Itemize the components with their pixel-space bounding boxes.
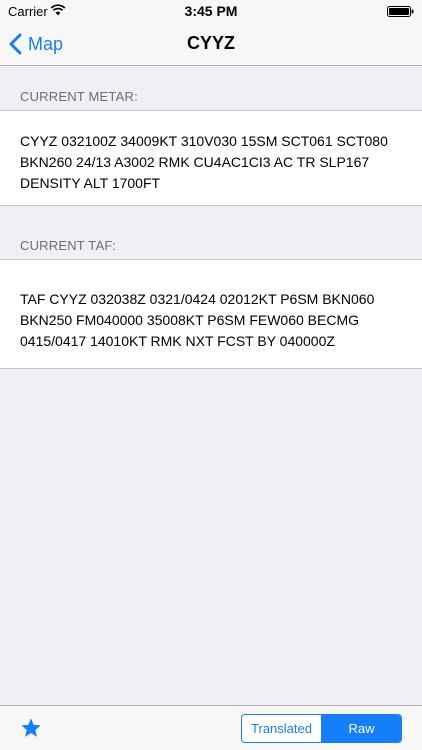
status-bar: Carrier 3:45 PM: [0, 0, 422, 22]
page-title: CYYZ: [186, 33, 235, 53]
taf-card: TAF CYYZ 032038Z 0321/0424 02012KT P6SM …: [0, 259, 422, 369]
segment-translated[interactable]: Translated: [242, 715, 322, 742]
navigation-bar: Map CYYZ: [0, 22, 422, 66]
bottom-toolbar: Translated Raw: [0, 705, 422, 750]
metar-text: CYYZ 032100Z 34009KT 310V030 15SM SCT061…: [20, 133, 388, 191]
view-mode-segmented-control[interactable]: Translated Raw: [241, 714, 402, 743]
metar-section-header: CURRENT METAR:: [20, 89, 138, 104]
taf-text: TAF CYYZ 032038Z 0321/0424 02012KT P6SM …: [20, 291, 375, 349]
clock: 3:45 PM: [184, 3, 238, 19]
top-bar: Carrier 3:45 PM Map CYYZ: [0, 0, 422, 66]
battery-icon: [387, 6, 414, 17]
star-icon[interactable]: [20, 717, 42, 739]
taf-section-header: CURRENT TAF:: [20, 238, 117, 253]
segment-raw[interactable]: Raw: [322, 715, 401, 742]
metar-card: CYYZ 032100Z 34009KT 310V030 15SM SCT061…: [0, 110, 422, 206]
